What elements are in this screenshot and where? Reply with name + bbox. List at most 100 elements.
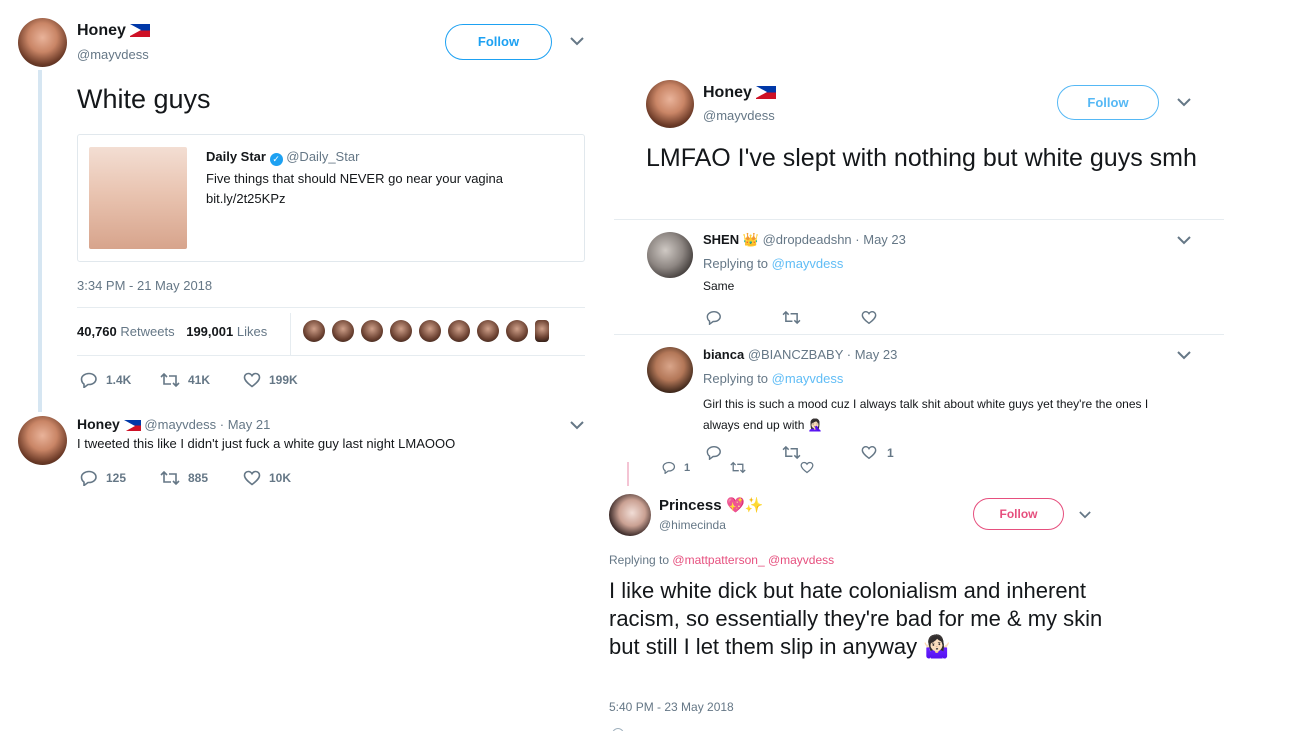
reply-button[interactable]: 1.4K: [80, 372, 131, 388]
user-handle[interactable]: @dropdeadshn: [763, 232, 852, 247]
likes-count[interactable]: 199,001: [186, 324, 233, 339]
reply-icon: [706, 446, 721, 461]
like-button[interactable]: 10K: [243, 470, 291, 486]
replying-to-link[interactable]: @mattpatterson_ @mayvdess: [672, 553, 834, 567]
tweet-actions: [706, 310, 906, 326]
like-count: 10K: [269, 471, 292, 485]
heart-icon: [861, 446, 877, 460]
crown-emoji: 👑: [742, 232, 759, 247]
heart-icon: [800, 461, 814, 474]
liker-avatar[interactable]: [303, 320, 325, 342]
card-image: [89, 147, 187, 249]
replying-to-link[interactable]: @mayvdess: [772, 371, 844, 386]
display-name[interactable]: Honey: [77, 22, 126, 39]
retweets-label[interactable]: Retweets: [120, 324, 174, 339]
chevron-down-icon[interactable]: [570, 421, 584, 430]
retweet-icon: [730, 461, 746, 474]
tweet-actions: 1: [706, 445, 906, 461]
card-headline: Five things that should NEVER go near yo…: [206, 171, 504, 186]
reply-button[interactable]: 125: [80, 470, 126, 486]
tweet-text: White guys: [77, 84, 211, 114]
follow-button[interactable]: Follow: [973, 498, 1064, 530]
card-source-handle: @Daily_Star: [286, 149, 360, 164]
chevron-down-icon[interactable]: [1177, 98, 1191, 107]
retweet-icon: [160, 372, 180, 388]
liker-avatar[interactable]: [390, 320, 412, 342]
reply-icon: [662, 461, 676, 474]
like-button[interactable]: 1: [861, 445, 894, 460]
avatar[interactable]: [18, 18, 67, 67]
tweet-date[interactable]: · May 21: [220, 417, 271, 432]
user-handle[interactable]: @BIANCZBABY: [748, 347, 843, 362]
replying-to-label: Replying to: [703, 256, 769, 271]
like-button[interactable]: 199K: [243, 372, 298, 388]
chevron-down-icon[interactable]: [1079, 511, 1091, 519]
liker-avatar[interactable]: [361, 320, 383, 342]
chevron-down-icon[interactable]: [570, 37, 584, 46]
reply-count: 1.4K: [106, 373, 132, 387]
like-button[interactable]: [800, 461, 814, 477]
display-name[interactable]: Honey: [703, 84, 752, 101]
display-name[interactable]: Honey: [77, 416, 120, 432]
liker-avatar[interactable]: [535, 320, 549, 342]
chevron-down-icon[interactable]: [1177, 236, 1191, 245]
divider: [614, 334, 1224, 335]
user-handle[interactable]: @mayvdess: [703, 108, 775, 123]
retweet-button[interactable]: [730, 461, 746, 477]
action-row-cutoff: [612, 727, 772, 731]
heart-icon: [243, 470, 261, 486]
avatar[interactable]: [18, 416, 67, 465]
stats-separator: [290, 313, 291, 355]
user-handle[interactable]: @himecinda: [659, 518, 726, 532]
tweet-date[interactable]: · May 23: [847, 347, 898, 362]
heart-icon: [861, 311, 877, 325]
verified-badge-icon: ✓: [269, 153, 283, 166]
philippines-flag-icon: [755, 86, 776, 100]
tweet-timestamp[interactable]: 5:40 PM - 23 May 2018: [609, 700, 734, 714]
like-count: 199K: [269, 373, 298, 387]
tweet-text: LMFAO I've slept with nothing but white …: [646, 144, 1197, 172]
reply-count: 125: [106, 471, 127, 485]
reply-button[interactable]: [706, 310, 722, 330]
chevron-down-icon[interactable]: [1177, 351, 1191, 360]
avatar[interactable]: [609, 494, 651, 536]
reply-icon: [80, 372, 97, 388]
retweet-button[interactable]: [782, 310, 801, 330]
liker-avatars: [303, 320, 556, 347]
avatar[interactable]: [647, 347, 693, 393]
tweet-text: Girl this is such a mood cuz I always ta…: [703, 397, 1149, 432]
link-card[interactable]: Daily Star ✓ @Daily_Star Five things tha…: [77, 134, 585, 262]
card-link[interactable]: bit.ly/2t25KPz: [206, 191, 286, 206]
retweet-button[interactable]: 885: [160, 470, 208, 486]
likes-label[interactable]: Likes: [237, 324, 267, 339]
tweet-timestamp[interactable]: 3:34 PM - 21 May 2018: [77, 278, 212, 293]
tweet-date[interactable]: · May 23: [855, 232, 906, 247]
avatar[interactable]: [647, 232, 693, 278]
liker-avatar[interactable]: [448, 320, 470, 342]
retweet-button[interactable]: 41K: [160, 372, 210, 388]
reply-icon: [80, 470, 97, 486]
liker-avatar[interactable]: [506, 320, 528, 342]
user-handle[interactable]: @mayvdess: [77, 47, 149, 62]
reply-icon: [706, 311, 721, 326]
display-name[interactable]: SHEN: [703, 232, 739, 247]
display-name[interactable]: Princess: [659, 497, 722, 514]
display-name[interactable]: bianca: [703, 347, 744, 362]
heart-icon: [243, 372, 261, 388]
liker-avatar[interactable]: [477, 320, 499, 342]
user-handle[interactable]: @mayvdess: [144, 417, 216, 432]
retweet-icon: [160, 470, 180, 486]
like-button[interactable]: [861, 310, 877, 330]
follow-button[interactable]: Follow: [445, 24, 552, 60]
follow-button[interactable]: Follow: [1057, 85, 1159, 120]
reply-button[interactable]: 1: [662, 461, 690, 474]
avatar[interactable]: [646, 80, 694, 128]
tweet-text: I like white dick but hate colonialism a…: [609, 578, 1103, 659]
retweets-count[interactable]: 40,760: [77, 324, 117, 339]
woman-facepalming-emoji: 🤦🏻‍♀️: [807, 418, 823, 432]
liker-avatar[interactable]: [332, 320, 354, 342]
card-source-name: Daily Star: [206, 149, 266, 164]
sparkling-heart-emoji: 💖✨: [726, 497, 764, 514]
liker-avatar[interactable]: [419, 320, 441, 342]
replying-to-link[interactable]: @mayvdess: [772, 256, 844, 271]
